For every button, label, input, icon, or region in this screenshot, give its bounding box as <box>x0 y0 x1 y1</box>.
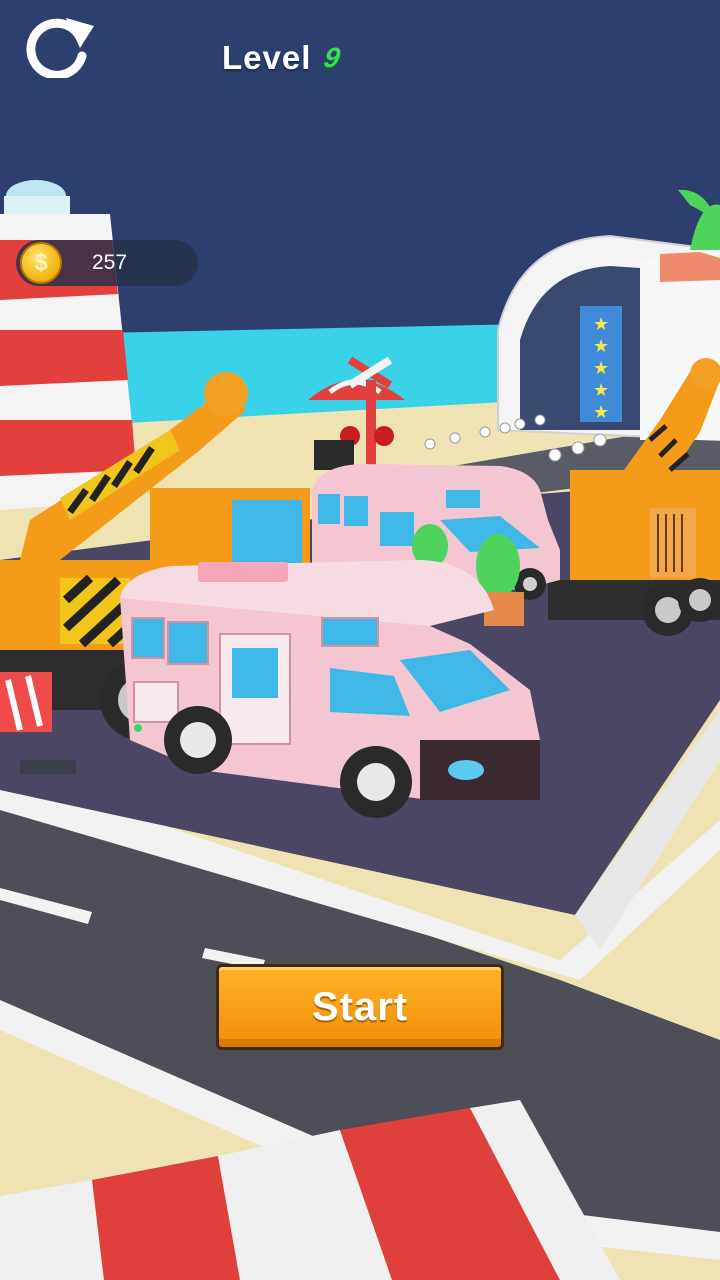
level-label: Level <box>222 39 312 76</box>
restart-arrow-icon <box>26 18 94 80</box>
coin-symbol: $ <box>34 249 48 276</box>
svg-text:★: ★ <box>593 336 609 356</box>
coin-icon: $ <box>20 242 62 284</box>
restart-button[interactable] <box>22 14 98 80</box>
svg-text:★: ★ <box>593 358 609 378</box>
start-button-label: Start <box>311 984 409 1029</box>
level-indicator: Level 9 <box>222 36 347 80</box>
svg-text:★: ★ <box>593 380 609 400</box>
coin-counter: $ 257 <box>16 240 198 286</box>
level-number: 9 <box>321 42 343 73</box>
svg-text:★: ★ <box>593 402 609 422</box>
svg-text:★: ★ <box>593 314 609 334</box>
start-button[interactable]: Start <box>216 964 504 1050</box>
coin-count: 257 <box>92 251 128 274</box>
game-scene: ★ ★ ★ ★ ★ <box>0 0 720 1280</box>
